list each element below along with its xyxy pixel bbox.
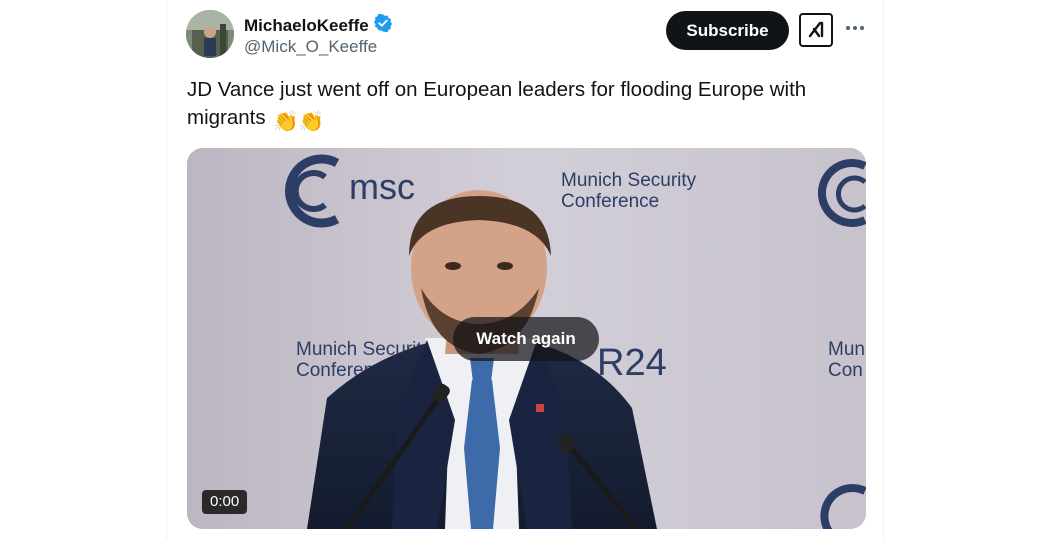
tweet-text: JD Vance just went off on European leade… bbox=[187, 76, 847, 136]
tweet-card: MichaeloKeeffe @Mick_O_Keeffe Subscribe … bbox=[166, 0, 884, 540]
author-handle[interactable]: @Mick_O_Keeffe bbox=[244, 37, 377, 57]
backdrop-text-right-2: Con bbox=[828, 360, 863, 381]
more-icon[interactable] bbox=[843, 16, 867, 40]
author-name[interactable]: MichaeloKeeffe bbox=[244, 16, 369, 36]
backdrop-text-top-2: Conference bbox=[561, 191, 659, 212]
verified-badge-icon bbox=[373, 13, 393, 38]
video-timestamp: 0:00 bbox=[202, 490, 248, 514]
msc-logo-text: msc bbox=[349, 166, 415, 207]
backdrop-text-right-1: Mun bbox=[828, 339, 865, 360]
clapping-hands-icon: 👏👏 bbox=[273, 110, 325, 133]
backdrop-text-top-1: Munich Security bbox=[561, 170, 697, 191]
subscribe-button[interactable]: Subscribe bbox=[666, 11, 789, 50]
video-player[interactable]: msc Munich Security Conference Munich Se… bbox=[187, 148, 866, 529]
backdrop-year-text: R24 bbox=[597, 342, 667, 384]
author-name-row: MichaeloKeeffe bbox=[244, 13, 393, 38]
grok-icon[interactable] bbox=[799, 13, 833, 47]
watch-again-button[interactable]: Watch again bbox=[453, 317, 599, 361]
avatar[interactable] bbox=[186, 10, 234, 58]
